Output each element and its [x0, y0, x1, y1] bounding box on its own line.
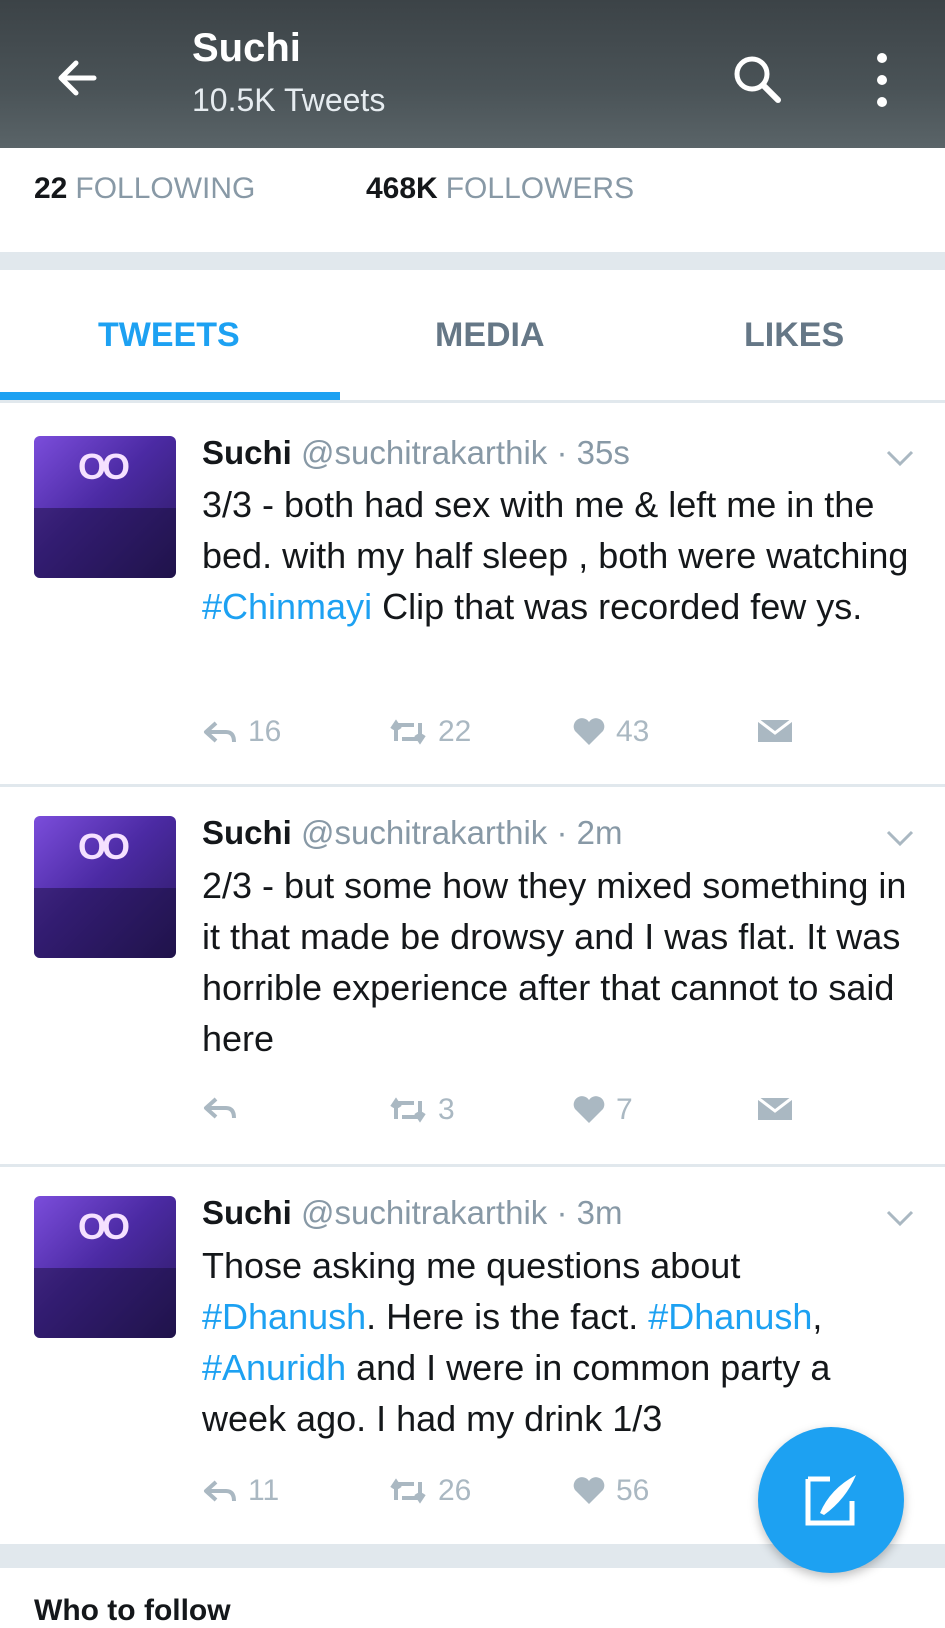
like-count: 7	[616, 1093, 633, 1126]
reply-icon	[204, 1097, 236, 1119]
tabs-divider	[0, 400, 945, 403]
followers-stat[interactable]: 468K FOLLOWERS	[366, 172, 634, 206]
retweet-icon	[390, 1478, 426, 1504]
envelope-icon	[757, 1096, 793, 1120]
active-tab-indicator	[0, 392, 340, 400]
retweet-icon	[390, 719, 426, 745]
tweet-text: 3/3 - both had sex with me & left me in …	[202, 484, 909, 627]
tweet-author-name[interactable]: Suchi	[202, 814, 292, 851]
search-icon[interactable]	[728, 50, 788, 110]
avatar[interactable]: OO	[34, 1196, 176, 1338]
retweet-button[interactable]: 3	[388, 1093, 455, 1127]
tweet-timestamp: · 35s	[556, 434, 630, 471]
avatar[interactable]: OO	[34, 436, 176, 578]
reply-icon	[204, 721, 236, 743]
tweet-text: 2/3 - but some how they mixed something …	[202, 865, 907, 1059]
following-stat[interactable]: 22 FOLLOWING	[34, 172, 255, 206]
tweet-header: Suchi @suchitrakarthik · 3m	[202, 1194, 622, 1232]
retweet-button[interactable]: 22	[388, 715, 471, 749]
retweet-count: 22	[438, 715, 472, 748]
direct-message-button[interactable]	[755, 715, 795, 745]
tweet-divider	[0, 784, 945, 787]
retweet-button[interactable]: 26	[388, 1474, 471, 1508]
followers-label: FOLLOWERS	[445, 172, 635, 205]
retweet-count: 26	[438, 1474, 472, 1507]
reply-button[interactable]: 16	[202, 715, 281, 749]
more-vertical-icon[interactable]	[862, 48, 902, 112]
compose-tweet-icon	[805, 1475, 856, 1526]
like-button[interactable]: 43	[572, 715, 649, 749]
reply-count: 16	[248, 715, 282, 748]
tab-likes[interactable]: LIKES	[744, 316, 844, 355]
arrow-left-icon[interactable]	[48, 48, 108, 108]
tweet-divider	[0, 1164, 945, 1167]
like-count: 56	[616, 1474, 650, 1507]
heart-icon	[573, 718, 605, 745]
tab-tweets[interactable]: TWEETS	[98, 316, 240, 355]
retweet-count: 3	[438, 1093, 455, 1126]
hashtag-link[interactable]: #Anuridh	[202, 1347, 346, 1388]
like-button[interactable]: 7	[572, 1093, 633, 1127]
envelope-icon	[757, 718, 793, 742]
tweet-header: Suchi @suchitrakarthik · 35s	[202, 434, 630, 472]
tab-media[interactable]: MEDIA	[435, 316, 545, 355]
who-to-follow-heading: Who to follow	[34, 1594, 231, 1627]
tweet-timestamp: · 2m	[556, 814, 623, 851]
following-label: FOLLOWING	[75, 172, 256, 205]
compose-tweet-button[interactable]	[758, 1427, 904, 1573]
reply-button[interactable]	[202, 1093, 248, 1123]
direct-message-button[interactable]	[755, 1093, 795, 1123]
avatar[interactable]: OO	[34, 816, 176, 958]
hashtag-link[interactable]: #Dhanush	[648, 1296, 812, 1337]
like-button[interactable]: 56	[572, 1474, 649, 1508]
followers-count: 468K	[366, 172, 438, 205]
tweet-author-name[interactable]: Suchi	[202, 434, 292, 471]
tweet-author-handle: @suchitrakarthik	[301, 814, 548, 851]
chevron-down-icon[interactable]	[882, 446, 918, 470]
following-count: 22	[34, 172, 68, 205]
chevron-down-icon[interactable]	[882, 1206, 918, 1230]
chevron-down-icon[interactable]	[882, 826, 918, 850]
tweet-author-handle: @suchitrakarthik	[301, 1194, 548, 1231]
profile-header: Suchi 10.5K Tweets	[0, 0, 945, 148]
tweet-author-name[interactable]: Suchi	[202, 1194, 292, 1231]
tweet-header: Suchi @suchitrakarthik · 2m	[202, 814, 622, 852]
tweet-timestamp: · 3m	[556, 1194, 623, 1231]
reply-count: 11	[248, 1474, 280, 1507]
tweet-text: Those asking me questions about #Dhanush…	[202, 1245, 831, 1439]
profile-name-title: Suchi	[192, 26, 301, 70]
like-count: 43	[616, 715, 650, 748]
heart-icon	[573, 1096, 605, 1123]
heart-icon	[573, 1477, 605, 1504]
reply-icon	[204, 1480, 236, 1502]
tweet-count: 10.5K Tweets	[192, 82, 386, 118]
hashtag-link[interactable]: #Chinmayi	[202, 586, 372, 627]
hashtag-link[interactable]: #Dhanush	[202, 1296, 366, 1337]
tweet-author-handle: @suchitrakarthik	[301, 434, 548, 471]
retweet-icon	[390, 1097, 426, 1123]
reply-button[interactable]: 11	[202, 1474, 279, 1508]
